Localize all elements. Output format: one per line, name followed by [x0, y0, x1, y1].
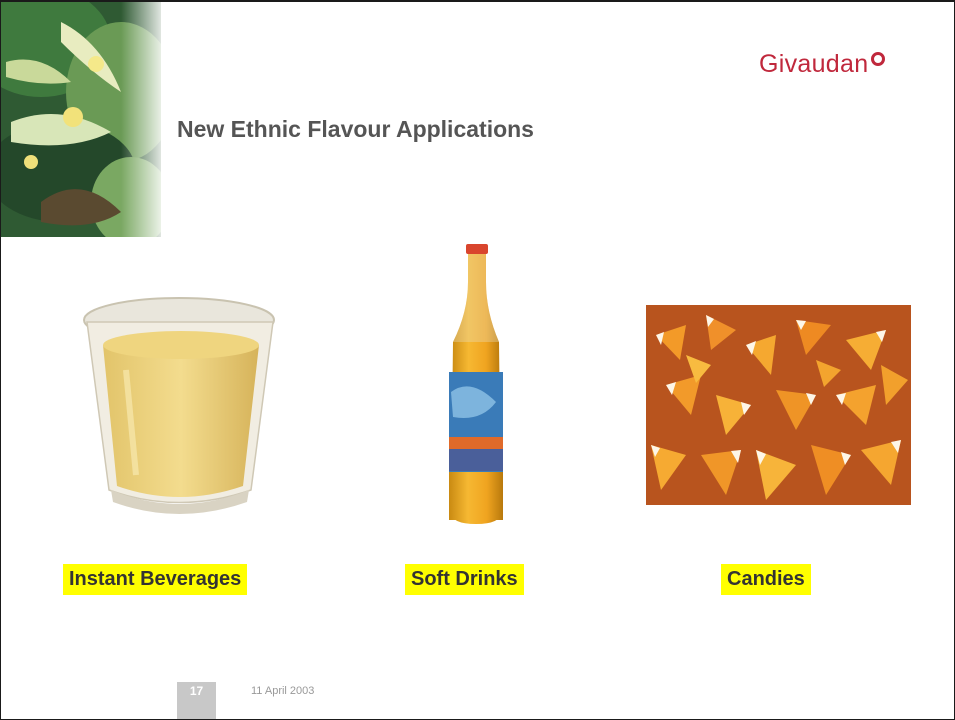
footer-date: 11 April 2003 [251, 685, 315, 697]
caption-soft-drinks: Soft Drinks [405, 564, 524, 595]
givaudan-logo: Givaudan [759, 50, 886, 79]
slide-title: New Ethnic Flavour Applications [177, 116, 534, 142]
glass-of-beverage-photo [83, 297, 275, 514]
logo-text: Givaudan [759, 50, 869, 78]
slide: Givaudan New Ethnic Flavour Applications [0, 0, 955, 720]
caption-candies: Candies [721, 564, 811, 595]
page-number: 17 [189, 684, 204, 698]
page-number-block: 17 [177, 682, 216, 719]
candy-corn-photo [646, 305, 911, 505]
logo-ring-icon [871, 52, 886, 66]
soft-drink-bottle-photo [449, 244, 503, 524]
caption-instant-beverages: Instant Beverages [63, 564, 248, 595]
vanilla-flower-photo [1, 2, 161, 237]
